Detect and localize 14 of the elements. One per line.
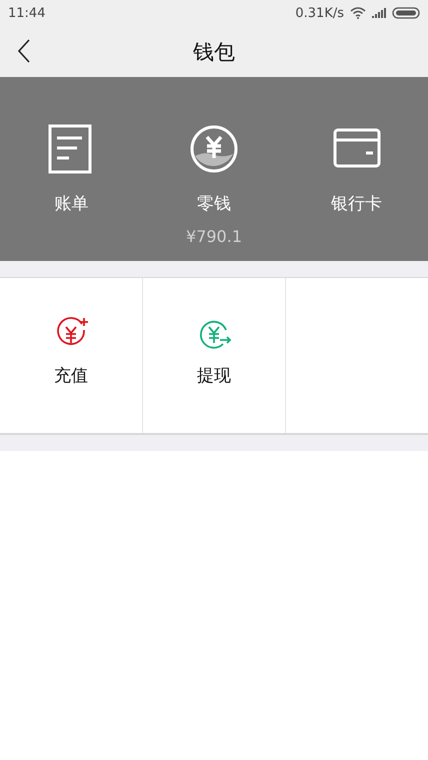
action-label[interactable]: 充值	[54, 364, 88, 387]
coin-icon[interactable]	[190, 124, 238, 174]
status-time: 11:44	[8, 6, 46, 20]
action-label[interactable]: 提现	[197, 364, 231, 387]
balance-amount: ¥790.1	[186, 227, 242, 246]
network-speed: 0.31K/s	[295, 6, 344, 20]
battery-icon	[392, 7, 420, 19]
signal-icon	[372, 8, 386, 18]
wallet-item-label[interactable]: 账单	[54, 192, 88, 215]
wallet-item-label[interactable]: 零钱	[197, 192, 231, 215]
wallet-item-label[interactable]: 银行卡	[331, 192, 382, 215]
back-icon[interactable]	[17, 39, 31, 63]
page-title: 钱包	[193, 38, 235, 66]
wifi-icon	[350, 7, 366, 19]
